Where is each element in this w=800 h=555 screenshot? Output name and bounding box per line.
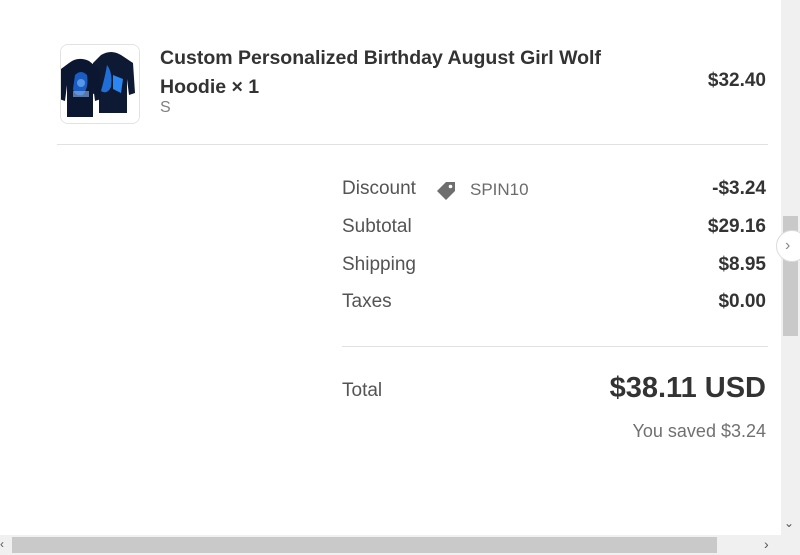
scroll-left-icon[interactable]: ‹ <box>0 537 4 551</box>
product-title: Custom Personalized Birthday August Girl… <box>160 47 601 98</box>
subtotal-amount: $29.16 <box>707 216 766 237</box>
taxes-amount: $0.00 <box>718 291 766 312</box>
subtotal-label: Subtotal <box>342 216 412 237</box>
taxes-row: Taxes $0.00 <box>342 291 766 317</box>
shipping-label: Shipping <box>342 254 416 275</box>
shipping-row: Shipping $8.95 <box>342 254 766 280</box>
divider <box>57 144 768 145</box>
discount-amount: -$3.24 <box>712 178 766 199</box>
horizontal-scroll-thumb[interactable] <box>12 537 717 553</box>
discount-row: Discount SPIN10 -$3.24 <box>342 178 766 204</box>
discount-code: SPIN10 <box>470 180 529 199</box>
chevron-right-icon[interactable]: › <box>776 230 800 262</box>
taxes-label: Taxes <box>342 291 392 312</box>
product-price: $32.40 <box>707 70 766 91</box>
hoodie-image <box>61 45 139 123</box>
savings-text: You saved $3.24 <box>632 421 766 441</box>
total-label: Total <box>342 380 383 401</box>
discount-label: Discount <box>342 178 416 199</box>
divider <box>342 346 768 347</box>
scroll-down-icon[interactable]: ⌄ <box>784 516 794 530</box>
product-variant: S <box>160 99 171 116</box>
product-thumbnail[interactable] <box>60 44 140 124</box>
order-summary-panel: Custom Personalized Birthday August Girl… <box>0 0 781 535</box>
total-amount: $38.11 USD <box>609 372 766 404</box>
vertical-scrollbar[interactable] <box>781 0 800 535</box>
scroll-right-icon[interactable]: › <box>764 536 769 552</box>
subtotal-row: Subtotal $29.16 <box>342 216 766 242</box>
horizontal-scrollbar[interactable] <box>0 535 800 555</box>
tag-icon <box>435 179 457 201</box>
shipping-amount: $8.95 <box>718 254 766 275</box>
